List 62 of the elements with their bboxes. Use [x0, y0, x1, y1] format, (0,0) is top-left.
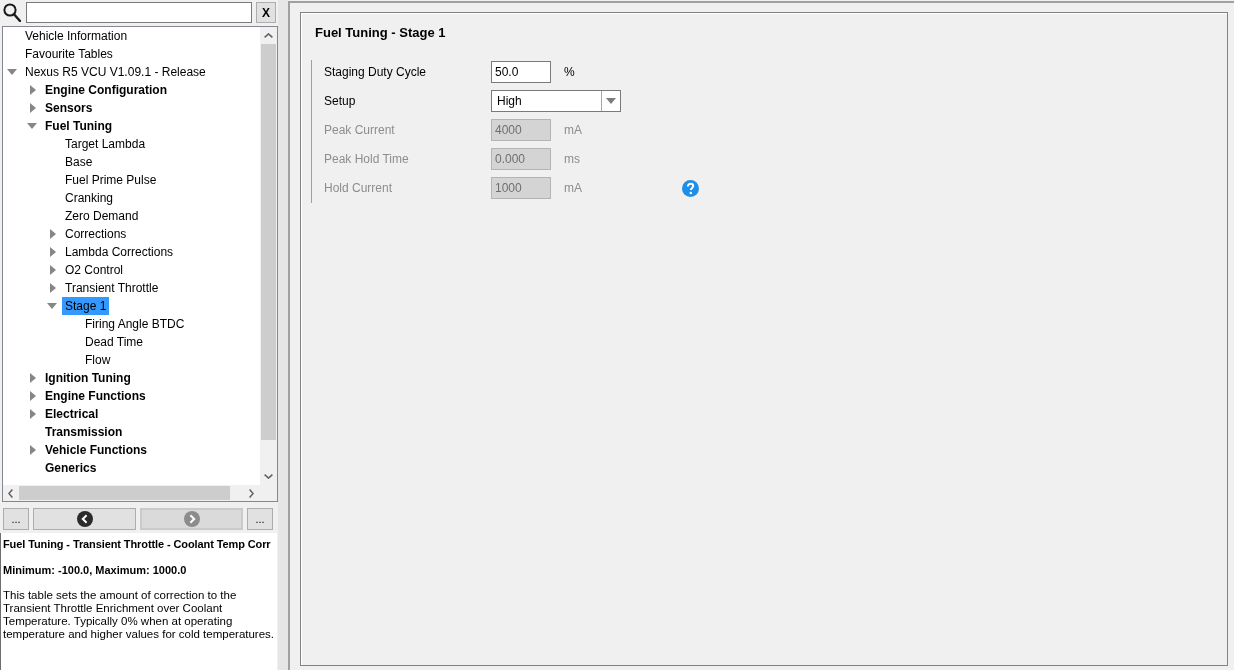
tree-item[interactable]: Engine Configuration	[42, 81, 170, 99]
tree-item[interactable]: Base	[62, 153, 96, 171]
caret-right-icon[interactable]	[50, 229, 56, 239]
tree-item[interactable]: Dead Time	[82, 333, 147, 351]
unit-label: mA	[564, 181, 582, 195]
caret-down-icon	[606, 98, 616, 104]
field-label: Setup	[324, 94, 357, 108]
tree-item[interactable]: Target Lambda	[62, 135, 149, 153]
caret-down-icon[interactable]	[7, 69, 17, 75]
caret-right-icon[interactable]	[30, 391, 36, 401]
caret-right-icon[interactable]	[30, 373, 36, 383]
tree-item[interactable]: O2 Control	[62, 261, 127, 279]
tree-item[interactable]: Electrical	[42, 405, 102, 423]
field-label: Peak Hold Time	[324, 152, 410, 166]
caret-right-icon[interactable]	[50, 265, 56, 275]
caret-right-icon[interactable]	[30, 409, 36, 419]
caret-right-icon[interactable]	[30, 103, 36, 113]
setup-dropdown[interactable]: High	[491, 90, 621, 112]
description-text: This table sets the amount of correction to the Transient Throttle Enrichment over Coolant Temperature. Typically 0% when at operating temperature and higher values for cold temperatures.	[3, 589, 276, 641]
caret-right-icon[interactable]	[30, 445, 36, 455]
tree-item[interactable]: Zero Demand	[62, 207, 142, 225]
caret-right-icon[interactable]	[50, 247, 56, 257]
tree-item[interactable]: Ignition Tuning	[42, 369, 134, 387]
tree-item[interactable]: Cranking	[62, 189, 117, 207]
caret-right-icon[interactable]	[30, 85, 36, 95]
tree-item[interactable]: Vehicle Functions	[42, 441, 151, 459]
table-title: Fuel Tuning - Transient Throttle - Coolant Temp Corr	[3, 537, 272, 551]
tree-item[interactable]: Lambda Corrections	[62, 243, 177, 261]
tree-item[interactable]: Vehicle Information	[22, 27, 131, 45]
tree-item[interactable]: Transmission	[42, 423, 126, 441]
field-label: Hold Current	[324, 181, 394, 195]
back-button[interactable]	[33, 508, 136, 530]
tree-item[interactable]: Stage 1	[62, 297, 110, 315]
tree-item[interactable]: Transient Throttle	[62, 279, 162, 297]
tree-item[interactable]: Corrections	[62, 225, 130, 243]
tree-item[interactable]: Firing Angle BTDC	[82, 315, 188, 333]
tree-item[interactable]: Generics	[42, 459, 100, 477]
range-text: Minimum: -100.0, Maximum: 1000.0	[3, 563, 188, 577]
tree-item[interactable]: Fuel Prime Pulse	[62, 171, 160, 189]
tree-item[interactable]: Favourite Tables	[22, 45, 116, 63]
field-label: Staging Duty Cycle	[324, 65, 428, 79]
tree-item[interactable]: Fuel Tuning	[42, 117, 116, 135]
scrollbar-thumb[interactable]	[261, 44, 276, 440]
unit-label: %	[564, 65, 575, 79]
search-icon	[3, 3, 21, 22]
tree-item[interactable]: Sensors	[42, 99, 96, 117]
search-field[interactable]	[26, 2, 252, 23]
scrollbar-thumb[interactable]	[19, 486, 230, 500]
caret-down-icon[interactable]	[47, 303, 57, 309]
more-button[interactable]: ...	[3, 508, 29, 530]
clear-search-button[interactable]: X	[256, 2, 276, 23]
field-label: Peak Current	[324, 123, 396, 137]
caret-down-icon[interactable]	[27, 123, 37, 129]
tree-item[interactable]: Flow	[82, 351, 114, 369]
caret-right-icon[interactable]	[50, 283, 56, 293]
unit-label: mA	[564, 123, 582, 137]
page-title: Fuel Tuning - Stage 1	[315, 25, 447, 41]
more-button[interactable]: ...	[247, 508, 273, 530]
tree-item[interactable]: Engine Functions	[42, 387, 149, 405]
unit-label: ms	[564, 152, 580, 166]
number-field[interactable]: 50.0	[491, 61, 551, 83]
tree-item[interactable]: Nexus R5 VCU V1.09.1 - Release	[22, 63, 209, 81]
